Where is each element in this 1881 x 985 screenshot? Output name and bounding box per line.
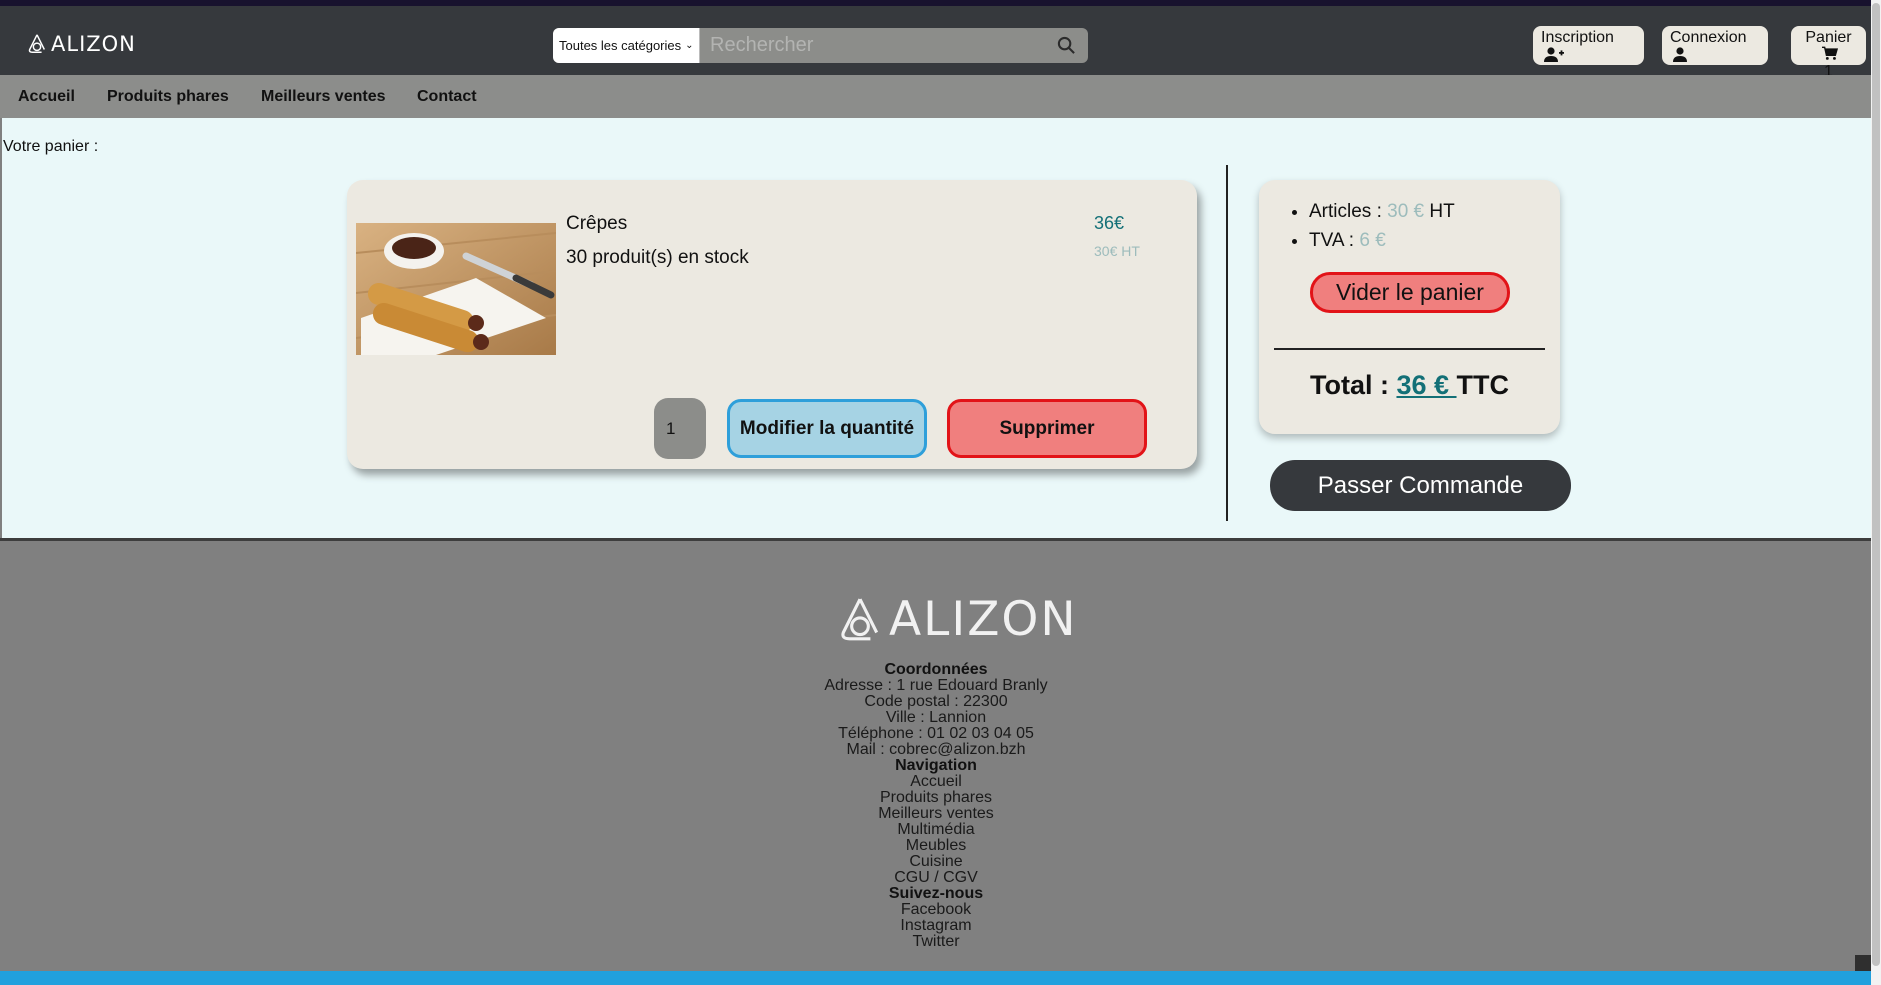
footer-nav-title: Navigation [895, 757, 977, 774]
footer: ALIZON Coordonnées Adresse : 1 rue Edoua… [0, 541, 1871, 971]
product-stock: 30 produit(s) en stock [566, 247, 749, 268]
panier-button[interactable]: Panier 1 [1791, 26, 1866, 80]
footer-link-produits-phares[interactable]: Produits phares [0, 790, 1872, 806]
cart-summary: Articles : 30 € HT TVA : 6 € Vider le pa… [1259, 180, 1560, 434]
summary-tva-value: 6 € [1359, 230, 1386, 251]
cart-icon [1822, 46, 1839, 60]
cart-item-card: Crêpes 30 produit(s) en stock 36€ 30€ HT… [347, 180, 1197, 469]
footer-link-multimedia[interactable]: Multimédia [0, 822, 1872, 838]
footer-follow-title: Suivez-nous [888, 885, 984, 902]
summary-articles-label: Articles : [1309, 201, 1388, 222]
alizon-logo-icon [28, 34, 45, 53]
main-nav: Accueil Produits phares Meilleurs ventes… [0, 75, 1871, 118]
user-plus-icon [1544, 47, 1564, 62]
delete-button[interactable]: Supprimer [947, 399, 1147, 458]
scrollbar-thumb[interactable] [1872, 3, 1880, 966]
total-label: Total : [1309, 370, 1397, 400]
alizon-logo-icon [841, 597, 879, 640]
vertical-divider [1226, 165, 1228, 521]
footer-link-facebook[interactable]: Facebook [0, 902, 1872, 918]
footer-city: Ville : Lannion [885, 709, 987, 726]
summary-articles-value: 30 € [1387, 201, 1425, 222]
crepes-photo [356, 223, 556, 355]
product-name[interactable]: Crêpes [566, 213, 627, 235]
bottom-bar [0, 971, 1871, 985]
header-bar: ALIZON Toutes les catégories ⌄ Inscripti… [0, 0, 1871, 80]
search-button[interactable] [1044, 28, 1088, 63]
total-suffix: TTC [1456, 370, 1510, 400]
category-select[interactable]: Toutes les catégories ⌄ [553, 28, 700, 63]
summary-divider [1274, 348, 1545, 350]
footer-address: Adresse : 1 rue Edouard Branly [824, 677, 1048, 694]
inscription-label: Inscription [1541, 29, 1614, 46]
total-value: 36 € [1396, 370, 1457, 400]
footer-link-accueil[interactable]: Accueil [0, 774, 1872, 790]
search-input[interactable] [700, 28, 1044, 63]
connexion-label: Connexion [1670, 29, 1747, 46]
search-icon [1057, 36, 1075, 54]
summary-articles: Articles : 30 € HT [1309, 197, 1455, 226]
footer-link-twitter[interactable]: Twitter [0, 934, 1872, 950]
footer-phone: Téléphone : 01 02 03 04 05 [838, 725, 1034, 742]
inscription-button[interactable]: Inscription [1533, 26, 1644, 65]
empty-cart-button[interactable]: Vider le panier [1310, 272, 1510, 313]
vertical-scrollbar[interactable] [1871, 0, 1881, 985]
nav-item-produits-phares[interactable]: Produits phares [107, 88, 229, 106]
footer-link-meubles[interactable]: Meubles [0, 838, 1872, 854]
modify-quantity-button[interactable]: Modifier la quantité [727, 399, 927, 458]
summary-articles-suffix: HT [1424, 201, 1455, 222]
header-logo-text: ALIZON [51, 32, 136, 56]
scroll-corner [1855, 955, 1871, 971]
chevron-down-icon: ⌄ [685, 40, 694, 51]
summary-total: Total : 36 € TTC [1259, 370, 1560, 401]
footer-postal: Code postal : 22300 [864, 693, 1008, 710]
nav-item-accueil[interactable]: Accueil [18, 88, 75, 106]
cart-section: Votre panier : Crêpes 30 produit(s) en s… [2, 118, 1871, 540]
quantity-input[interactable]: 1 [654, 398, 706, 459]
footer-logo-text: ALIZON [889, 592, 1078, 647]
footer-info: Coordonnées Adresse : 1 rue Edouard Bran… [0, 662, 1872, 950]
footer-link-meilleurs-ventes[interactable]: Meilleurs ventes [0, 806, 1872, 822]
footer-link-cuisine[interactable]: Cuisine [0, 854, 1872, 870]
panier-label: Panier [1805, 29, 1852, 46]
user-icon [1673, 47, 1687, 62]
summary-tva: TVA : 6 € [1309, 226, 1455, 255]
connexion-button[interactable]: Connexion [1662, 26, 1768, 65]
search-bar: Toutes les catégories ⌄ [553, 28, 1088, 63]
summary-tva-label: TVA : [1309, 230, 1360, 251]
footer-link-instagram[interactable]: Instagram [0, 918, 1872, 934]
nav-item-meilleurs-ventes[interactable]: Meilleurs ventes [261, 88, 386, 106]
cart-heading: Votre panier : [3, 138, 99, 155]
product-price-ht: 30€ HT [1094, 243, 1140, 259]
footer-coord-title: Coordonnées [884, 661, 988, 678]
footer-mail[interactable]: Mail : cobrec@alizon.bzh [0, 742, 1872, 758]
footer-logo[interactable]: ALIZON [835, 592, 1078, 647]
checkout-button[interactable]: Passer Commande [1270, 460, 1571, 511]
product-price: 36€ [1094, 213, 1125, 233]
footer-link-cgu[interactable]: CGU / CGV [0, 870, 1872, 886]
header-logo[interactable]: ALIZON [26, 32, 136, 56]
product-image[interactable] [356, 223, 556, 355]
page: ALIZON Toutes les catégories ⌄ Inscripti… [0, 0, 1881, 985]
nav-item-contact[interactable]: Contact [417, 88, 477, 106]
category-select-value: Toutes les catégories [559, 38, 682, 53]
